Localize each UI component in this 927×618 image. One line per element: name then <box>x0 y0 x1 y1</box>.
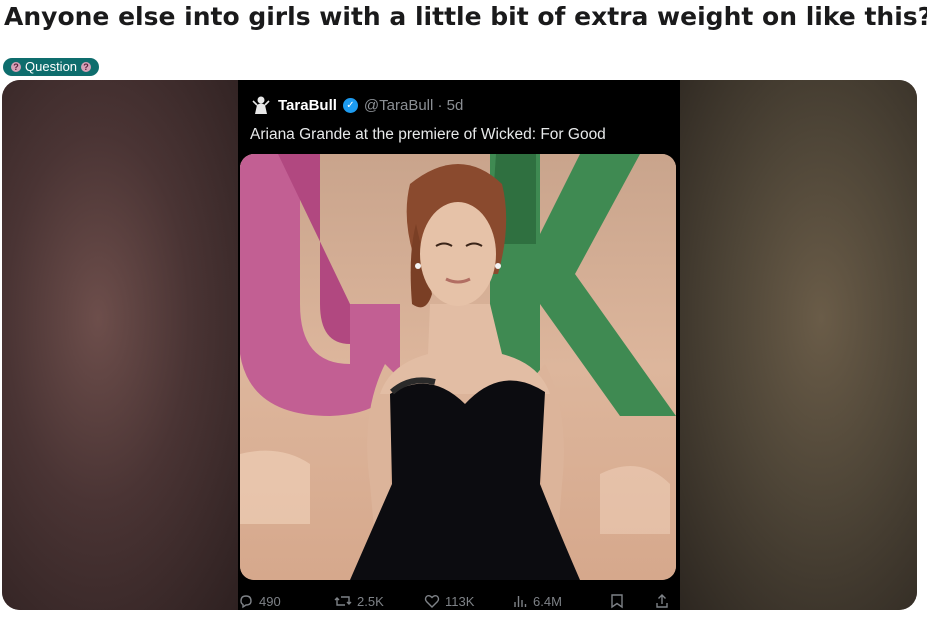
flair-label: Question <box>25 59 78 74</box>
heart-icon <box>424 595 440 608</box>
post-media[interactable]: TaraBull ✓ @TaraBull · 5d Ariana Grande … <box>2 80 917 610</box>
question-emoji-icon: ? <box>81 62 92 72</box>
question-emoji-icon: ? <box>11 62 21 72</box>
views-icon <box>514 596 527 607</box>
reply-count: 490 <box>259 593 281 609</box>
reply-icon <box>240 595 252 609</box>
bookmark-button[interactable] <box>610 593 624 609</box>
repost-icon <box>334 596 352 606</box>
repost-count: 2.5K <box>357 593 384 609</box>
like-metric[interactable]: 113K <box>424 593 474 609</box>
avatar-figure-icon <box>252 96 270 114</box>
media-blur-background-right <box>677 80 917 610</box>
premiere-photo-illustration <box>240 154 676 580</box>
like-count: 113K <box>445 593 475 609</box>
tweet-text: Ariana Grande at the premiere of Wicked:… <box>250 126 606 143</box>
author-name: TaraBull <box>278 96 337 114</box>
reply-metric[interactable]: 490 <box>238 593 281 609</box>
post-title[interactable]: Anyone else into girls with a little bit… <box>4 2 927 31</box>
share-icon <box>656 594 668 608</box>
author-avatar <box>250 94 272 116</box>
tweet-header: TaraBull ✓ @TaraBull · 5d <box>250 94 463 116</box>
views-metric[interactable]: 6.4M <box>512 593 562 609</box>
tweet-metrics-bar: 490 2.5K 113K 6.4M <box>238 592 680 610</box>
bookmark-icon <box>611 594 623 609</box>
share-button[interactable] <box>655 593 669 609</box>
tweet-photo <box>240 154 676 580</box>
media-blur-background-left <box>2 80 242 610</box>
author-handle-time: @TaraBull · 5d <box>363 96 464 114</box>
verified-badge-icon: ✓ <box>342 97 358 113</box>
post-page: Anyone else into girls with a little bit… <box>0 0 927 618</box>
views-count: 6.4M <box>533 593 562 609</box>
post-flair[interactable]: ? Question ? <box>3 58 100 76</box>
tweet-screenshot: TaraBull ✓ @TaraBull · 5d Ariana Grande … <box>238 80 680 610</box>
repost-metric[interactable]: 2.5K <box>334 593 384 609</box>
